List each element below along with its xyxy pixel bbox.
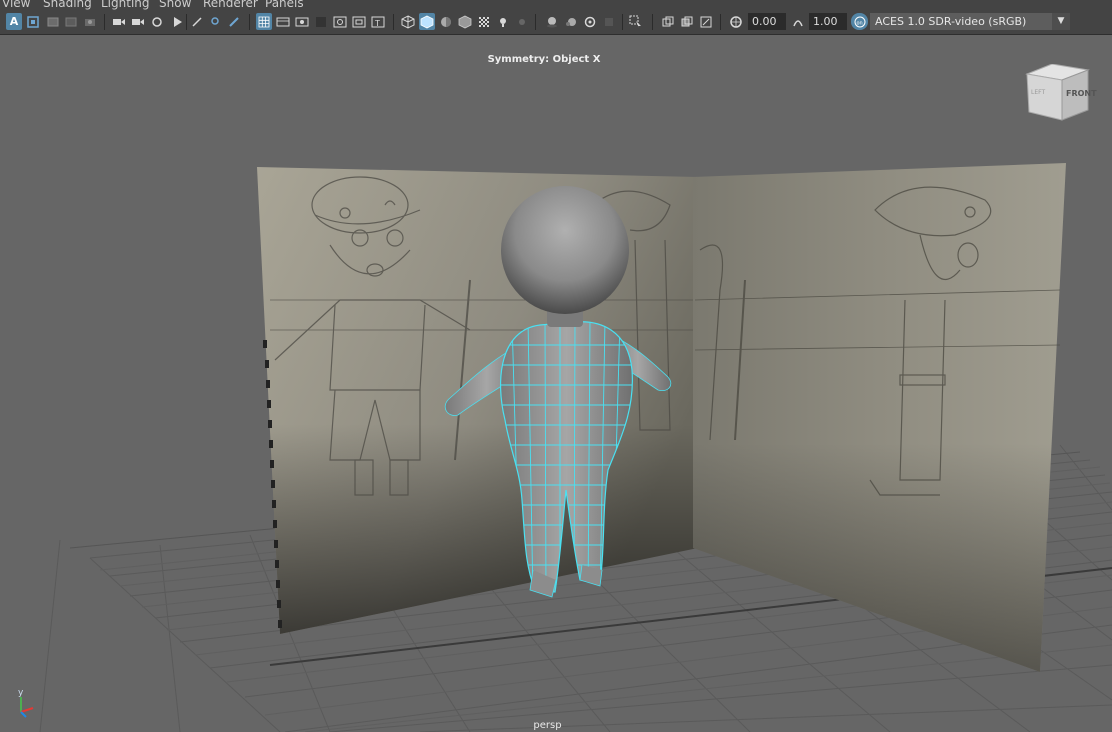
svg-text:T: T <box>374 19 380 28</box>
textured-icon[interactable] <box>476 13 492 30</box>
lights-icon[interactable] <box>495 13 511 30</box>
grid-icon[interactable] <box>256 13 272 30</box>
resolution-gate-icon[interactable] <box>130 13 146 30</box>
backface-culling-icon[interactable] <box>698 13 714 30</box>
anti-aliasing-icon[interactable] <box>582 13 598 30</box>
menu-shading[interactable]: Shading <box>43 0 92 10</box>
panel-menubar: View Shading Lighting Show Renderer Pane… <box>0 0 1112 10</box>
motion-blur-icon[interactable] <box>563 13 579 30</box>
resolution-gate-overlay-icon[interactable] <box>294 13 310 30</box>
depth-of-field-icon[interactable] <box>226 13 242 30</box>
chevron-down-icon: ▼ <box>1052 13 1070 30</box>
axis-label-y: y <box>18 688 24 698</box>
bounding-box-icon[interactable] <box>457 13 473 30</box>
safe-title-overlay-icon[interactable]: T <box>370 13 386 30</box>
shadows-icon[interactable] <box>514 13 530 30</box>
color-space-value: ACES 1.0 SDR-video (sRGB) <box>875 15 1027 28</box>
smooth-shade-icon[interactable] <box>419 13 435 30</box>
panel-toolbar: A T 0.00 1.00 on ACES 1.0 SDR-video (sRG… <box>0 10 1112 35</box>
head-sphere <box>501 186 629 314</box>
gate-mask-icon[interactable] <box>149 13 165 30</box>
film-gate-overlay-icon[interactable] <box>275 13 291 30</box>
view-cube[interactable]: FRONT LEFT <box>1022 63 1097 124</box>
bookmarks-icon[interactable] <box>45 13 61 30</box>
viewcube-front-label[interactable]: FRONT <box>1066 89 1097 98</box>
safe-action-overlay-icon[interactable] <box>351 13 367 30</box>
camera-attributes-icon[interactable] <box>82 13 98 30</box>
field-chart-icon[interactable] <box>170 13 186 30</box>
viewcube-left-label[interactable]: LEFT <box>1031 89 1045 96</box>
isolate-select-icon[interactable] <box>628 13 644 30</box>
safe-action-icon[interactable] <box>189 13 205 30</box>
viewport-3d[interactable]: y <box>0 35 1112 732</box>
menu-lighting[interactable]: Lighting <box>101 0 150 10</box>
menu-view[interactable]: View <box>2 0 30 10</box>
gamma-icon[interactable] <box>790 13 806 30</box>
image-plane-icon[interactable] <box>63 13 79 30</box>
ambient-occlusion-icon[interactable] <box>544 13 560 30</box>
menu-show[interactable]: Show <box>159 0 191 10</box>
field-chart-overlay-icon[interactable] <box>332 13 348 30</box>
symmetry-status: Symmetry: Object X <box>487 54 601 65</box>
color-space-dropdown[interactable]: ACES 1.0 SDR-video (sRGB) ▼ <box>870 13 1070 30</box>
menu-panels[interactable]: Panels <box>265 0 304 10</box>
exposure-field[interactable]: 0.00 <box>748 13 786 30</box>
depth-icon[interactable] <box>601 13 617 30</box>
select-camera-icon[interactable]: A <box>6 13 22 30</box>
menu-renderer[interactable]: Renderer <box>203 0 258 10</box>
flat-shade-icon[interactable] <box>438 13 454 30</box>
lock-camera-icon[interactable] <box>25 13 41 30</box>
xray-joints-icon[interactable] <box>679 13 695 30</box>
color-management-icon[interactable]: on <box>851 13 868 30</box>
side-image-plane <box>693 163 1066 672</box>
wireframe-icon[interactable] <box>400 13 416 30</box>
axis-indicator <box>20 697 34 718</box>
camera-name-label: persp <box>533 720 562 731</box>
gamma-field[interactable]: 1.00 <box>809 13 847 30</box>
xray-icon[interactable] <box>660 13 676 30</box>
safe-title-icon[interactable] <box>208 13 224 30</box>
svg-text:on: on <box>856 20 862 26</box>
gate-mask-overlay-icon[interactable] <box>313 13 329 30</box>
film-gate-icon[interactable] <box>111 13 127 30</box>
exposure-icon[interactable] <box>728 13 744 30</box>
